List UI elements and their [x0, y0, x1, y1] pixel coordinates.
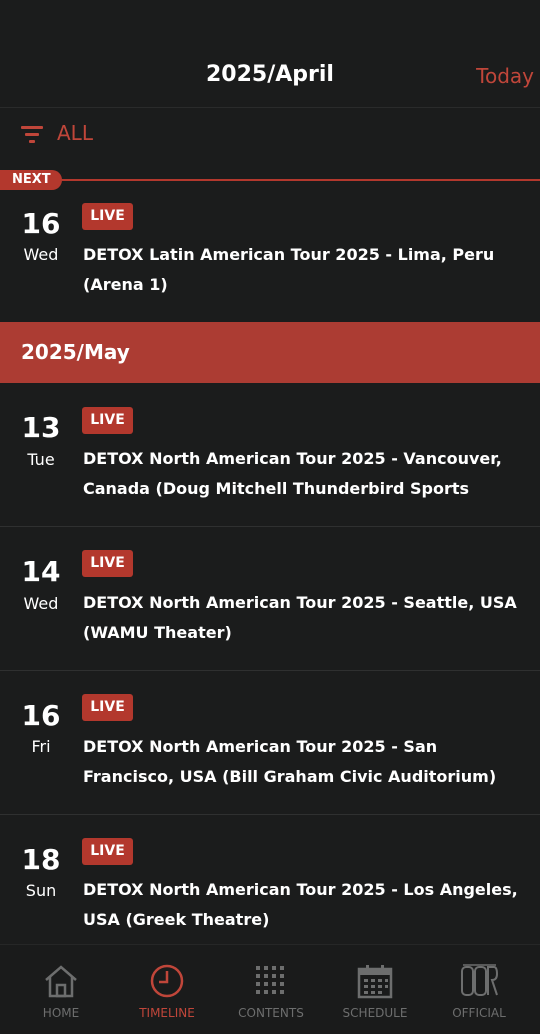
- event-day: 18: [21, 843, 61, 876]
- event-row[interactable]: 16 Wed LIVE DETOX Latin American Tour 20…: [0, 190, 540, 322]
- live-badge: LIVE: [82, 694, 133, 721]
- next-divider-line: [60, 179, 540, 181]
- live-badge: LIVE: [82, 203, 133, 230]
- live-badge: LIVE: [82, 838, 133, 865]
- clock-icon: [150, 964, 184, 998]
- filter-label: ALL: [57, 121, 93, 145]
- event-weekday: Sun: [25, 881, 57, 900]
- tab-label: OFFICIAL: [452, 1006, 506, 1020]
- event-title: DETOX Latin American Tour 2025 - Lima, P…: [83, 245, 495, 294]
- event-day: 13: [21, 411, 61, 444]
- month-section-header: 2025/May: [0, 322, 540, 383]
- event-weekday: Fri: [31, 737, 51, 756]
- tab-label: HOME: [42, 1006, 80, 1020]
- event-title: DETOX North American Tour 2025 - Vancouv…: [83, 449, 502, 498]
- today-button[interactable]: Today: [476, 64, 534, 88]
- grid-icon: [256, 966, 284, 994]
- tab-contents[interactable]: CONTENTS: [217, 945, 325, 1034]
- event-title: DETOX North American Tour 2025 - Seattle…: [83, 593, 517, 642]
- event-weekday: Wed: [23, 245, 59, 264]
- calendar-icon: [357, 965, 393, 999]
- home-icon: [45, 965, 77, 998]
- tab-label: SCHEDULE: [342, 1006, 408, 1020]
- tab-official[interactable]: OFFICIAL: [425, 945, 533, 1034]
- tab-timeline[interactable]: TIMELINE: [113, 945, 221, 1034]
- event-title: DETOX North American Tour 2025 - San Fra…: [83, 737, 497, 786]
- live-badge: LIVE: [82, 550, 133, 577]
- tab-label: CONTENTS: [238, 1006, 304, 1020]
- event-row[interactable]: 14 Wed LIVE DETOX North American Tour 20…: [0, 527, 540, 670]
- logo-icon: [461, 964, 499, 996]
- next-badge: NEXT: [0, 170, 62, 190]
- page-title: 2025/April: [206, 62, 334, 87]
- top-header: 2025/April Today: [0, 0, 540, 108]
- event-day: 16: [21, 207, 61, 240]
- event-row[interactable]: 18 Sun LIVE DETOX North American Tour 20…: [0, 815, 540, 944]
- tab-schedule[interactable]: SCHEDULE: [321, 945, 429, 1034]
- tab-home[interactable]: HOME: [7, 945, 115, 1034]
- bottom-tab-bar: HOME TIMELINE CONTENTS SCHEDULE OFFICIAL: [0, 944, 540, 1034]
- event-day: 16: [21, 699, 61, 732]
- filter-bar[interactable]: ALL: [0, 108, 540, 170]
- month-label: 2025/May: [21, 340, 130, 364]
- event-day: 14: [21, 555, 61, 588]
- live-badge: LIVE: [82, 407, 133, 434]
- event-weekday: Wed: [23, 594, 59, 613]
- event-weekday: Tue: [27, 450, 55, 469]
- filter-icon: [21, 126, 43, 143]
- next-indicator: NEXT: [0, 170, 540, 190]
- event-row[interactable]: 16 Fri LIVE DETOX North American Tour 20…: [0, 671, 540, 814]
- event-title: DETOX North American Tour 2025 - Los Ang…: [83, 880, 518, 929]
- tab-label: TIMELINE: [139, 1006, 195, 1020]
- event-row[interactable]: 13 Tue LIVE DETOX North American Tour 20…: [0, 383, 540, 526]
